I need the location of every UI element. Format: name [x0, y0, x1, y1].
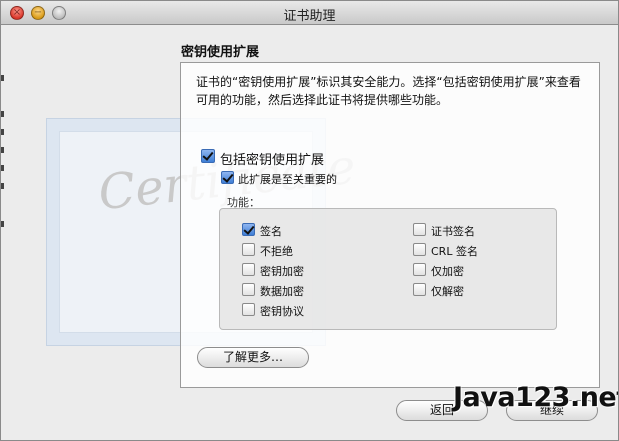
- capability-key-agreement-checkbox[interactable]: [242, 303, 255, 316]
- capability-key-agreement-label: 密钥协议: [260, 305, 304, 318]
- capability-encipher-only-label: 仅加密: [431, 265, 464, 278]
- capability-data-encipherment-checkbox[interactable]: [242, 283, 255, 296]
- critical-extension-checkbox[interactable]: [221, 171, 234, 184]
- learn-more-button[interactable]: 了解更多…: [197, 347, 309, 368]
- capability-decipher-only-label: 仅解密: [431, 285, 464, 298]
- capability-signature-label: 签名: [260, 225, 282, 238]
- capability-key-encipherment-label: 密钥加密: [260, 265, 304, 278]
- capability-cert-sign-checkbox[interactable]: [413, 223, 426, 236]
- capability-data-encipherment-label: 数据加密: [260, 285, 304, 298]
- critical-extension-label: 此扩展是至关重要的: [238, 173, 337, 186]
- capability-key-encipherment-checkbox[interactable]: [242, 263, 255, 276]
- certificate-assistant-window: × − 证书助理 Certificate 密钥使用扩展 证书的“密钥使用扩展”标…: [0, 0, 619, 441]
- site-watermark: Java123.net: [453, 382, 619, 413]
- capability-crl-sign-label: CRL 签名: [431, 245, 478, 258]
- capability-encipher-only-checkbox[interactable]: [413, 263, 426, 276]
- capability-crl-sign-checkbox[interactable]: [413, 243, 426, 256]
- capability-decipher-only-checkbox[interactable]: [413, 283, 426, 296]
- window-title: 证书助理: [283, 9, 336, 24]
- title-bar[interactable]: × − 证书助理: [1, 1, 618, 25]
- page-heading: 密钥使用扩展: [181, 45, 260, 60]
- include-extension-checkbox[interactable]: [201, 149, 215, 163]
- include-extension-label: 包括密钥使用扩展: [220, 153, 325, 168]
- capability-non-repudiation-checkbox[interactable]: [242, 243, 255, 256]
- left-edge-marks: [1, 71, 5, 241]
- capability-signature-checkbox[interactable]: [242, 223, 255, 236]
- capability-non-repudiation-label: 不拒绝: [260, 245, 293, 258]
- capability-cert-sign-label: 证书签名: [431, 225, 475, 238]
- page-description: 证书的“密钥使用扩展”标识其安全能力。选择“包括密钥使用扩展”来查看可用的功能，…: [196, 75, 581, 107]
